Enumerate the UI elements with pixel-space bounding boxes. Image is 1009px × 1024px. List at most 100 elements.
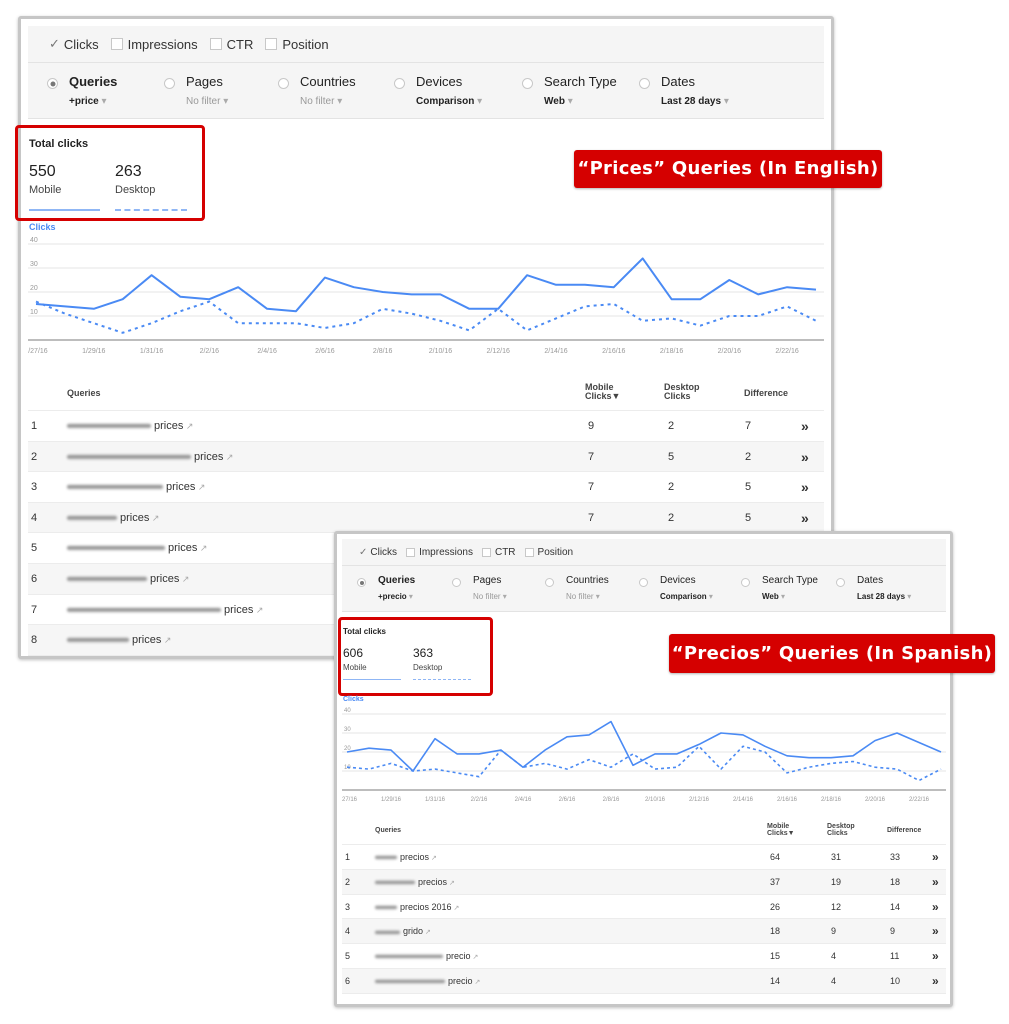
metric-clicks-checkbox[interactable]: ✓ Clicks — [49, 36, 99, 52]
table-row[interactable]: 4 prices ↗ 7 2 5 » — [28, 502, 824, 534]
query-cell[interactable]: precios ↗ — [375, 852, 437, 862]
external-link-icon[interactable]: ↗ — [473, 979, 480, 986]
dropdown-caret-icon: ▾ — [778, 592, 785, 601]
metric-impressions-checkbox[interactable]: Impressions — [406, 547, 473, 558]
x-tick-label: 2/12/16 — [487, 348, 510, 355]
radio-icon[interactable] — [394, 78, 405, 89]
col-header-difference[interactable]: Difference — [887, 827, 921, 834]
query-cell[interactable]: precios ↗ — [375, 877, 455, 887]
radio-selected-icon[interactable] — [357, 578, 366, 587]
x-tick-label: 1/27/16 — [28, 348, 48, 355]
table-row[interactable]: 2 prices ↗ 7 5 2 » — [28, 441, 824, 473]
radio-icon[interactable] — [278, 78, 289, 89]
query-cell[interactable]: precio ↗ — [375, 976, 480, 986]
filter-value-dropdown[interactable]: Last 28 days ▾ — [857, 592, 911, 601]
row-expand-icon[interactable]: » — [801, 418, 809, 434]
filter-value-dropdown[interactable]: No filter ▾ — [186, 96, 228, 107]
row-expand-icon[interactable]: » — [932, 974, 939, 988]
table-row[interactable]: 3 prices ↗ 7 2 5 » — [28, 472, 824, 503]
query-cell[interactable]: prices ↗ — [67, 451, 233, 463]
row-expand-icon[interactable]: » — [932, 875, 939, 889]
external-link-icon[interactable]: ↗ — [429, 855, 437, 862]
external-link-icon[interactable]: ↗ — [423, 929, 431, 936]
table-row[interactable]: 5 precio ↗ 15 4 11 » — [342, 944, 946, 969]
query-cell[interactable]: prices ↗ — [67, 634, 171, 646]
col-header-desktop-clicks[interactable]: Desktop Clicks — [664, 382, 708, 402]
row-expand-icon[interactable]: » — [801, 510, 809, 526]
query-cell[interactable]: prices ↗ — [67, 604, 263, 616]
table-row[interactable]: 3 precios 2016 ↗ 26 12 14 » — [342, 895, 946, 920]
radio-icon[interactable] — [164, 78, 175, 89]
metric-position-checkbox[interactable]: Position — [265, 37, 329, 52]
query-text: prices — [166, 481, 196, 494]
table-row[interactable]: 1 prices ↗ 9 2 7 » — [28, 411, 824, 442]
external-link-icon[interactable]: ↗ — [447, 880, 455, 887]
query-cell[interactable]: precios 2016 ↗ — [375, 902, 459, 912]
filter-value-dropdown[interactable]: Web ▾ — [762, 592, 785, 601]
radio-icon[interactable] — [639, 78, 650, 89]
redacted-query-text — [375, 904, 397, 910]
external-link-icon[interactable]: ↗ — [195, 482, 206, 492]
external-link-icon[interactable]: ↗ — [149, 513, 160, 523]
mobile-series-line — [35, 257, 817, 313]
radio-icon[interactable] — [836, 578, 845, 587]
row-expand-icon[interactable]: » — [932, 850, 939, 864]
metric-ctr-checkbox[interactable]: CTR — [481, 547, 516, 558]
col-header-mobile-clicks[interactable]: Mobile Clicks▼ — [767, 823, 801, 838]
filter-value-dropdown[interactable]: No filter ▾ — [566, 592, 600, 601]
radio-icon[interactable] — [452, 578, 461, 587]
filter-dates[interactable]: Dates Last 28 days ▾ — [836, 566, 976, 612]
external-link-icon[interactable]: ↗ — [253, 605, 264, 615]
external-link-icon[interactable]: ↗ — [197, 543, 208, 553]
filter-devices[interactable]: Devices Comparison ▾ — [394, 63, 534, 119]
query-cell[interactable]: precio ↗ — [375, 951, 478, 961]
table-row[interactable]: 2 precios ↗ 37 19 18 » — [342, 869, 946, 895]
redacted-query-text — [67, 576, 147, 583]
filter-value-dropdown[interactable]: +price ▾ — [69, 96, 107, 107]
metric-ctr-checkbox[interactable]: CTR — [209, 37, 253, 52]
col-header-queries[interactable]: Queries — [375, 827, 401, 834]
external-link-icon[interactable]: ↗ — [161, 635, 172, 645]
external-link-icon[interactable]: ↗ — [179, 574, 190, 584]
query-cell[interactable]: grido ↗ — [375, 926, 431, 936]
col-header-mobile-clicks[interactable]: Mobile Clicks▼ — [585, 382, 629, 402]
query-cell[interactable]: prices ↗ — [67, 542, 207, 554]
external-link-icon[interactable]: ↗ — [183, 421, 194, 431]
table-row[interactable]: 4 grido ↗ 18 9 9 » — [342, 919, 946, 945]
radio-icon[interactable] — [741, 578, 750, 587]
radio-icon[interactable] — [522, 78, 533, 89]
row-rank: 3 — [31, 481, 38, 494]
query-cell[interactable]: prices ↗ — [67, 512, 159, 524]
filter-value-dropdown[interactable]: No filter ▾ — [473, 592, 507, 601]
metric-position-checkbox[interactable]: Position — [524, 547, 573, 558]
table-row[interactable]: 1 precios ↗ 64 31 33 » — [342, 845, 946, 870]
metric-clicks-checkbox[interactable]: ✓ Clicks — [359, 547, 397, 558]
query-cell[interactable]: prices ↗ — [67, 481, 205, 493]
table-row[interactable]: 6 precio ↗ 14 4 10 » — [342, 969, 946, 994]
filter-value-dropdown[interactable]: Last 28 days ▾ — [661, 96, 729, 107]
radio-selected-icon[interactable] — [47, 78, 58, 89]
filter-value-dropdown[interactable]: Comparison ▾ — [660, 592, 713, 601]
radio-icon[interactable] — [545, 578, 554, 587]
row-expand-icon[interactable]: » — [932, 949, 939, 963]
external-link-icon[interactable]: ↗ — [223, 452, 234, 462]
filter-value-dropdown[interactable]: Web ▾ — [544, 96, 573, 107]
col-header-desktop-clicks[interactable]: Desktop Clicks — [827, 823, 861, 838]
metric-impressions-checkbox[interactable]: Impressions — [110, 37, 198, 52]
filter-value-dropdown[interactable]: +precio ▾ — [378, 592, 413, 601]
filter-dates[interactable]: Dates Last 28 days ▾ — [639, 63, 779, 119]
row-expand-icon[interactable]: » — [932, 900, 939, 914]
query-cell[interactable]: prices ↗ — [67, 573, 189, 585]
query-cell[interactable]: prices ↗ — [67, 420, 193, 432]
col-header-queries[interactable]: Queries — [67, 388, 101, 398]
filter-value-dropdown[interactable]: Comparison ▾ — [416, 96, 482, 107]
external-link-icon[interactable]: ↗ — [471, 954, 478, 961]
radio-icon[interactable] — [639, 578, 648, 587]
row-expand-icon[interactable]: » — [932, 924, 939, 938]
query-text: prices — [132, 634, 162, 647]
col-header-difference[interactable]: Difference — [744, 388, 788, 398]
filter-value-dropdown[interactable]: No filter ▾ — [300, 96, 342, 107]
row-expand-icon[interactable]: » — [801, 449, 809, 465]
external-link-icon[interactable]: ↗ — [452, 905, 459, 912]
row-expand-icon[interactable]: » — [801, 479, 809, 495]
